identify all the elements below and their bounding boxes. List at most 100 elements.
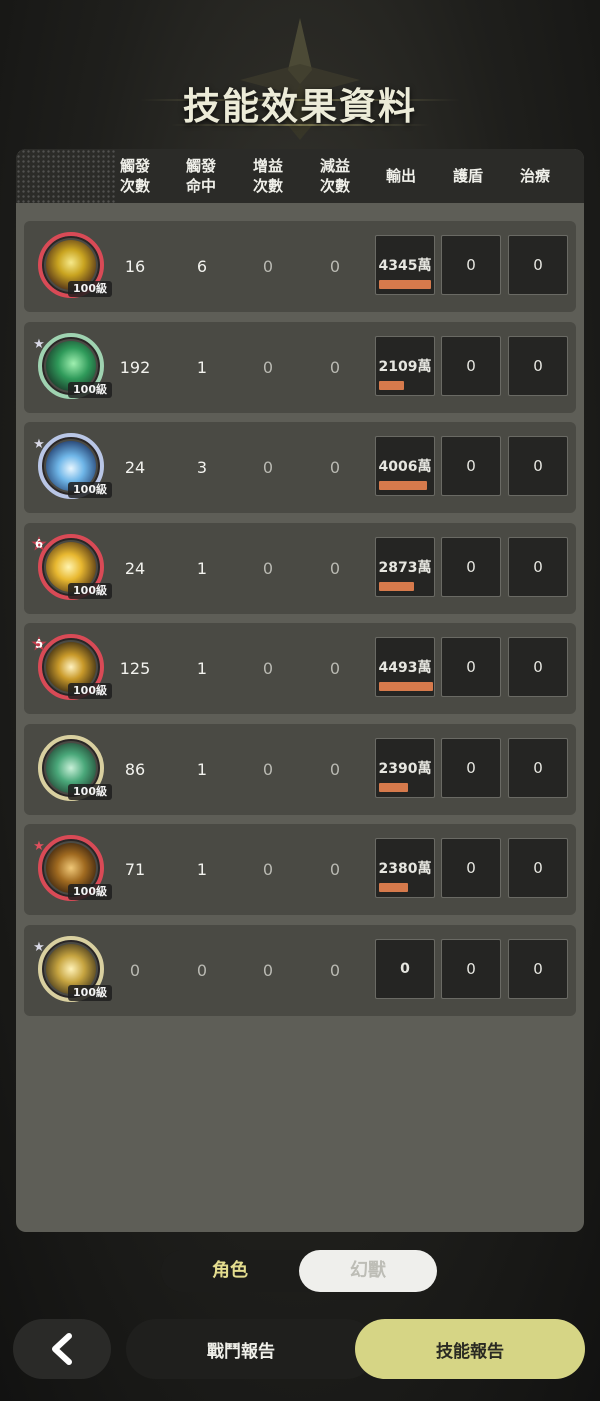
title-header: 技能效果資料 [0,0,600,148]
hit-count: 1 [196,860,208,879]
battle-report-button[interactable]: 戰鬥報告 [126,1319,376,1379]
output-bar [379,682,433,691]
output-value: 2380萬 [378,861,432,877]
shield-cell: 0 [441,336,501,396]
buff-count: 0 [262,257,274,276]
table-row: 100級 ★ 71 1 0 0 2380萬 0 0 [24,824,576,915]
shield-cell: 0 [441,235,501,295]
output-cell: 2380萬 [375,838,435,898]
trigger-count: 24 [124,458,146,477]
heal-cell: 0 [508,738,568,798]
output-bar [379,381,404,390]
table-row: 100級 86 1 0 0 2390萬 0 0 [24,724,576,815]
heal-cell: 0 [508,436,568,496]
skill-report-button[interactable]: 技能報告 [355,1319,585,1379]
output-value: 2390萬 [378,761,432,777]
table-header: 觸發 次數 觸發 命中 增益 次數 減益 次數 輸出 護盾 治療 [16,149,584,203]
shield-cell: 0 [441,738,501,798]
output-bar [379,481,427,490]
header-shield: 護盾 [452,167,483,185]
light-burst-skill-icon[interactable]: 100級 [38,534,112,600]
heal-cell: 0 [508,336,568,396]
output-value: 2873萬 [378,560,432,576]
character-phantom-toggle[interactable]: 角色 幻獸 [161,1250,437,1292]
heal-cell: 0 [508,637,568,697]
buff-count: 0 [262,760,274,779]
trigger-count: 86 [124,760,146,779]
hit-count: 6 [196,257,208,276]
table-row: 100級 ★ 192 1 0 0 2109萬 0 0 [24,322,576,413]
output-value: 2109萬 [378,359,432,375]
trigger-count: 192 [119,358,151,377]
output-cell: 4493萬 [375,637,435,697]
chevron-left-icon [52,1333,72,1365]
table-row: 100級 5 125 1 0 0 4493萬 0 0 [24,623,576,714]
tab-phantom[interactable]: 幻獸 [299,1250,437,1292]
star-icon: ★ [33,839,45,854]
trigger-count: 71 [124,860,146,879]
star-icon: ★ [33,940,45,955]
shield-cell: 0 [441,939,501,999]
debuff-count: 0 [329,559,341,578]
buff-count: 0 [262,659,274,678]
heal-cell: 0 [508,838,568,898]
output-cell: 2390萬 [375,738,435,798]
shield-cell: 0 [441,838,501,898]
trigger-count: 16 [124,257,146,276]
hit-count: 1 [196,760,208,779]
sacred-sigil-skill-icon[interactable]: 100級 [38,936,112,1002]
table-row: 100級 16 6 0 0 4345萬 0 0 [24,221,576,312]
shield-cell: 0 [441,436,501,496]
table-row: 100級 ★ 0 0 0 0 0 0 0 [24,925,576,1016]
buff-count: 0 [262,458,274,477]
buff-count: 0 [262,358,274,377]
trigger-count: 24 [124,559,146,578]
hit-count: 3 [196,458,208,477]
hit-count: 1 [196,358,208,377]
hit-count: 1 [196,559,208,578]
back-button[interactable] [13,1319,111,1379]
output-cell: 2873萬 [375,537,435,597]
debuff-count: 0 [329,860,341,879]
output-cell: 2109萬 [375,336,435,396]
output-bar [379,883,408,892]
trigger-count: 125 [119,659,151,678]
wind-skill-icon[interactable]: 100級 [38,333,112,399]
lightning-skill-icon[interactable]: 100級 [38,232,112,298]
star-icon: ★ [33,437,45,452]
heal-cell: 0 [508,537,568,597]
output-bar [379,582,414,591]
output-value: 4006萬 [378,459,432,475]
heal-cell: 0 [508,235,568,295]
output-value: 0 [400,961,410,977]
star-icon: ★ [33,337,45,352]
table-row: 100級 6 24 1 0 0 2873萬 0 0 [24,523,576,614]
ice-burst-skill-icon[interactable]: 100級 [38,433,112,499]
page-title: 技能效果資料 [183,85,417,128]
debuff-count: 0 [329,961,341,980]
header-debuffs: 減益 次數 [319,157,350,195]
golden-orb-skill-icon[interactable]: 100級 [38,634,112,700]
skill-effects-table: 觸發 次數 觸發 命中 增益 次數 減益 次數 輸出 護盾 治療 100級 16 6 0 0 43… [16,149,584,1232]
output-bar [379,783,408,792]
heal-cell: 0 [508,939,568,999]
buff-count: 0 [262,559,274,578]
output-value: 4345萬 [378,258,432,274]
debuff-count: 0 [329,458,341,477]
trigger-count: 0 [129,961,141,980]
table-row: 100級 ★ 24 3 0 0 4006萬 0 0 [24,422,576,513]
header-pattern [16,149,116,203]
buff-count: 0 [262,961,274,980]
output-cell: 0 [375,939,435,999]
output-cell: 4006萬 [375,436,435,496]
header-triggers: 觸發 次數 [119,157,150,195]
nature-orb-skill-icon[interactable]: 100級 [38,735,112,801]
output-bar [379,280,431,289]
tab-character[interactable]: 角色 [161,1250,299,1292]
debuff-count: 0 [329,358,341,377]
sword-slash-skill-icon[interactable]: 100級 [38,835,112,901]
header-output: 輸出 [385,167,416,185]
header-heal: 治療 [519,167,550,185]
debuff-count: 0 [329,760,341,779]
hit-count: 0 [196,961,208,980]
